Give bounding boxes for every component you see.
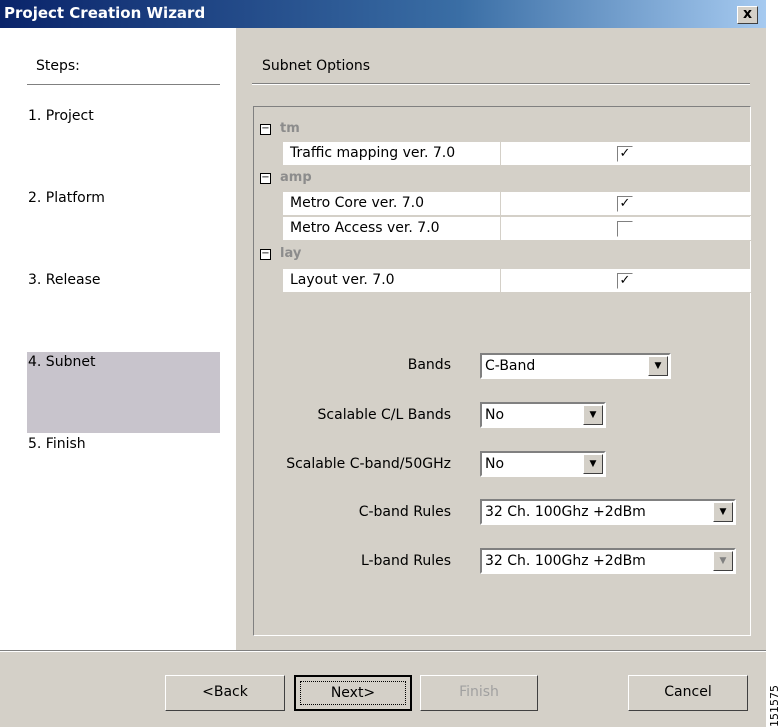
chevron-down-icon[interactable]: ▼: [583, 454, 603, 474]
page-title: Subnet Options: [262, 58, 371, 74]
chevron-down-icon[interactable]: ▼: [713, 551, 733, 571]
options-panel: − tm Traffic mapping ver. 7.0 ✓ − amp Me…: [253, 106, 751, 636]
scalable-cl-label: Scalable C/L Bands: [317, 407, 451, 423]
back-label: <Back: [202, 684, 248, 700]
traffic-mapping-checkbox[interactable]: ✓: [617, 146, 633, 162]
column-divider: [500, 192, 501, 216]
step-project: 1. Project: [28, 108, 94, 124]
metro-core-checkbox[interactable]: ✓: [617, 196, 633, 212]
scalable-c50-value: No: [485, 456, 505, 472]
window-title: Project Creation Wizard: [4, 4, 206, 22]
item-label: Traffic mapping ver. 7.0: [290, 145, 456, 161]
collapse-icon[interactable]: −: [260, 173, 271, 184]
chevron-down-icon[interactable]: ▼: [713, 502, 733, 522]
cancel-label: Cancel: [664, 684, 712, 700]
title-divider-highlight: [252, 84, 750, 85]
close-icon: x: [742, 6, 753, 22]
bands-select[interactable]: C-Band ▼: [480, 353, 671, 379]
item-label: Metro Core ver. 7.0: [290, 195, 425, 211]
column-divider: [500, 269, 501, 293]
chevron-down-icon[interactable]: ▼: [648, 356, 668, 376]
collapse-icon[interactable]: −: [260, 249, 271, 260]
item-label: Metro Access ver. 7.0: [290, 220, 440, 236]
back-button[interactable]: <Back: [165, 675, 285, 711]
step-finish: 5. Finish: [28, 436, 86, 452]
wizard-window: Project Creation Wizard x Steps: 1. Proj…: [0, 0, 766, 727]
scalable-c50-label: Scalable C-band/50GHz: [286, 456, 451, 472]
finish-label: Finish: [459, 684, 499, 700]
steps-pane: Steps: 1. Project 2. Platform 3. Release…: [0, 28, 236, 650]
title-bar: Project Creation Wizard x: [0, 0, 766, 28]
collapse-icon[interactable]: −: [260, 124, 271, 135]
close-button[interactable]: x: [737, 6, 758, 24]
l-band-rules-label: L-band Rules: [360, 553, 451, 569]
step-release: 3. Release: [28, 272, 101, 288]
l-band-rules-select[interactable]: 32 Ch. 100Ghz +2dBm ▼: [480, 548, 736, 574]
list-item-traffic-mapping[interactable]: Traffic mapping ver. 7.0 ✓: [283, 142, 751, 166]
step-subnet: 4. Subnet: [28, 354, 96, 370]
group-name: lay: [280, 246, 302, 261]
metro-access-checkbox[interactable]: [617, 221, 633, 237]
group-name: tm: [280, 121, 300, 136]
button-bar: <Back Next> Finish Cancel: [0, 652, 766, 727]
finish-button[interactable]: Finish: [420, 675, 538, 711]
c-band-rules-select[interactable]: 32 Ch. 100Ghz +2dBm ▼: [480, 499, 736, 525]
cancel-button[interactable]: Cancel: [628, 675, 748, 711]
subnet-options-pane: Subnet Options − tm Traffic mapping ver.…: [236, 28, 766, 650]
list-item-metro-access[interactable]: Metro Access ver. 7.0: [283, 217, 751, 241]
scalable-cl-value: No: [485, 407, 505, 423]
scalable-c50-select[interactable]: No ▼: [480, 451, 606, 477]
group-name: amp: [280, 170, 312, 185]
layout-checkbox[interactable]: ✓: [617, 273, 633, 289]
list-item-layout[interactable]: Layout ver. 7.0 ✓: [283, 269, 751, 293]
bands-value: C-Band: [485, 358, 536, 374]
chevron-down-icon[interactable]: ▼: [583, 405, 603, 425]
list-item-metro-core[interactable]: Metro Core ver. 7.0 ✓: [283, 192, 751, 216]
column-divider: [500, 217, 501, 241]
steps-header: Steps:: [36, 58, 80, 74]
focus-rect: [300, 681, 406, 705]
next-button[interactable]: Next>: [294, 675, 412, 711]
step-platform: 2. Platform: [28, 190, 105, 206]
bands-label: Bands: [407, 357, 451, 373]
scalable-cl-select[interactable]: No ▼: [480, 402, 606, 428]
l-band-rules-value: 32 Ch. 100Ghz +2dBm: [485, 553, 646, 569]
item-label: Layout ver. 7.0: [290, 272, 395, 288]
steps-divider: [27, 84, 220, 85]
c-band-rules-label: C-band Rules: [358, 504, 451, 520]
c-band-rules-value: 32 Ch. 100Ghz +2dBm: [485, 504, 646, 520]
column-divider: [500, 142, 501, 166]
figure-id: 151575: [768, 685, 781, 727]
